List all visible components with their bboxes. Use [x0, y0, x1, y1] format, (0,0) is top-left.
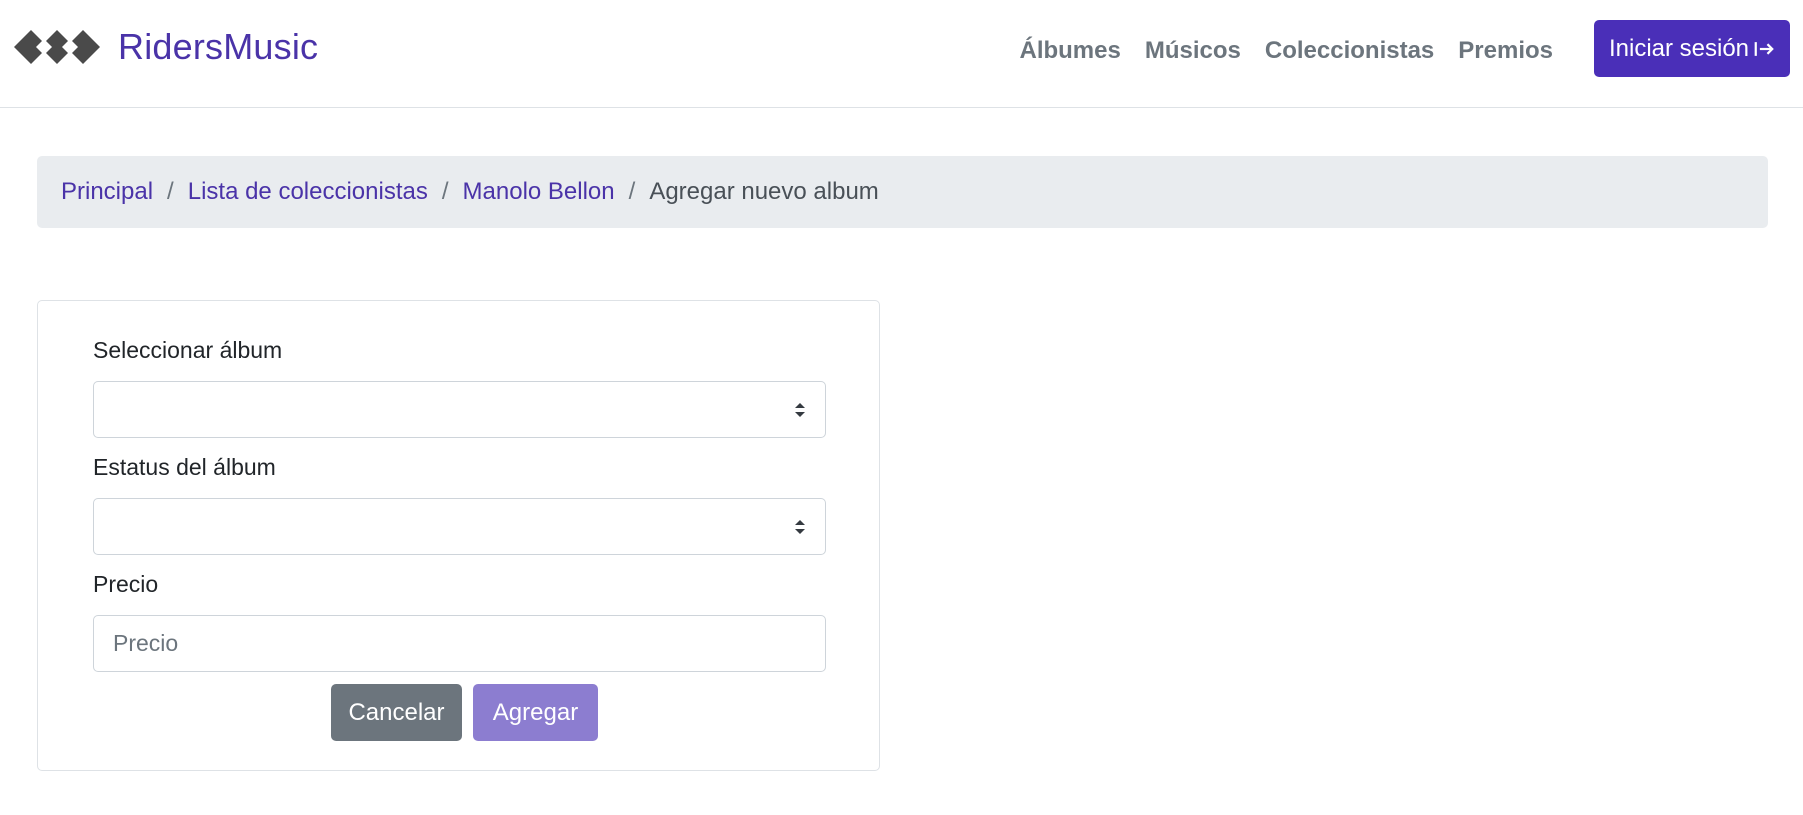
main-nav: Álbumes Músicos Coleccionistas Premios [995, 0, 1553, 102]
cancel-button[interactable]: Cancelar [331, 684, 462, 741]
breadcrumb-item-lista-coleccionistas[interactable]: Lista de coleccionistas [188, 178, 428, 206]
breadcrumb-item-principal[interactable]: Principal [61, 178, 153, 206]
add-button[interactable]: Agregar [473, 684, 598, 741]
select-arrows-icon [795, 402, 805, 417]
breadcrumb: Principal / Lista de coleccionistas / Ma… [37, 156, 1768, 228]
box-arrow-in-right-icon [1754, 41, 1774, 56]
login-button[interactable]: Iniciar sesión [1594, 20, 1790, 77]
nav-link-premios[interactable]: Premios [1458, 37, 1553, 65]
album-select[interactable] [93, 381, 826, 438]
brand-link[interactable]: RidersMusic [14, 22, 318, 72]
nav-link-albumes[interactable]: Álbumes [1019, 37, 1120, 65]
status-select[interactable] [93, 498, 826, 555]
album-select-label: Seleccionar álbum [93, 337, 283, 363]
price-input[interactable] [93, 615, 826, 672]
price-input-label: Precio [93, 571, 159, 597]
breadcrumb-separator: / [441, 178, 449, 205]
nav-link-musicos[interactable]: Músicos [1145, 37, 1241, 65]
status-select-label: Estatus del álbum [93, 454, 276, 480]
select-arrows-icon [795, 519, 805, 534]
breadcrumb-separator: / [167, 178, 174, 205]
login-button-label: Iniciar sesión [1608, 34, 1750, 62]
add-album-form-card: Seleccionar álbum Estatus del álbum Prec… [37, 300, 880, 771]
brand-name: RidersMusic [118, 26, 319, 67]
breadcrumb-separator: / [628, 178, 636, 205]
diamonds-logo-icon [14, 30, 100, 64]
navbar: RidersMusic Álbumes Músicos Coleccionist… [0, 0, 1803, 108]
nav-link-coleccionistas[interactable]: Coleccionistas [1265, 37, 1434, 65]
breadcrumb-item-coleccionista[interactable]: Manolo Bellon [463, 178, 615, 206]
breadcrumb-item-active: Agregar nuevo album [649, 178, 879, 205]
